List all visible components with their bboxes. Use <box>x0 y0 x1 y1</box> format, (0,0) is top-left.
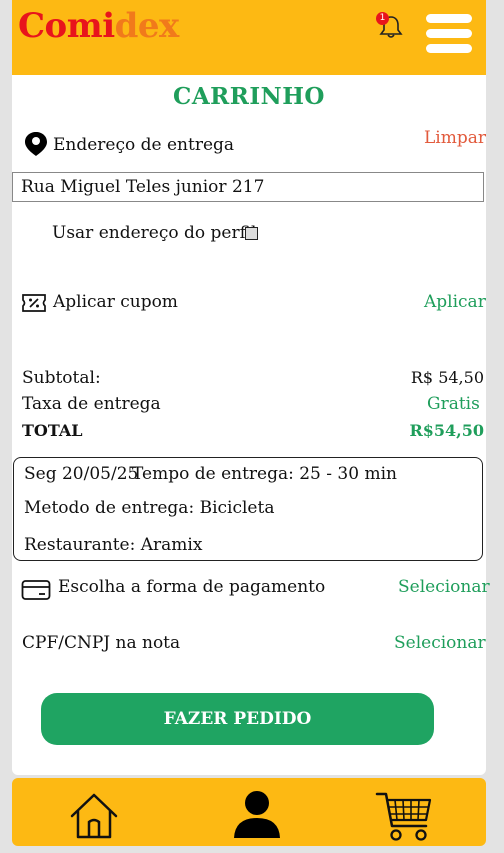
app: Comidex 1 CARRINHO Endereço de entrega L… <box>12 0 490 853</box>
header: Comidex 1 <box>12 0 486 75</box>
home-icon[interactable] <box>68 790 120 842</box>
apply-coupon-label: Aplicar cupom <box>53 292 178 312</box>
address-input[interactable] <box>12 172 484 202</box>
use-profile-address-label: Usar endereço do perfil <box>52 223 257 243</box>
subtotal-value: R$ 54,50 <box>410 368 484 387</box>
delivery-fee-label: Taxa de entrega <box>22 394 161 414</box>
menu-bar <box>426 29 472 38</box>
coupon-icon <box>22 294 46 312</box>
delivery-date: Seg 20/05/25 <box>24 464 139 484</box>
select-tax-id-button[interactable]: Selecionar <box>394 633 486 653</box>
logo-part-1: Comi <box>18 6 115 46</box>
cart-icon[interactable] <box>374 790 434 844</box>
place-order-button[interactable]: FAZER PEDIDO <box>41 693 434 745</box>
delivery-fee-value: Gratis <box>427 394 480 414</box>
apply-coupon-button[interactable]: Aplicar <box>424 292 486 312</box>
hamburger-menu-icon[interactable] <box>426 14 474 54</box>
use-profile-address-checkbox[interactable] <box>245 227 258 240</box>
location-pin-icon <box>25 132 47 156</box>
menu-bar <box>426 14 472 23</box>
payment-method-label: Escolha a forma de pagamento <box>58 577 326 597</box>
subtotal-label: Subtotal: <box>22 368 101 388</box>
credit-card-icon <box>21 580 51 600</box>
total-label: TOTAL <box>22 421 83 440</box>
delivery-address-label: Endereço de entrega <box>53 135 235 155</box>
tax-id-label: CPF/CNPJ na nota <box>22 633 181 653</box>
clear-button[interactable]: Limpar <box>424 128 486 148</box>
user-icon[interactable] <box>231 788 283 840</box>
delivery-method: Metodo de entrega: Bicicleta <box>24 498 275 518</box>
restaurant-name: Restaurante: Aramix <box>24 535 203 555</box>
menu-bar <box>426 44 472 53</box>
logo: Comidex <box>18 6 179 46</box>
delivery-time: Tempo de entrega: 25 - 30 min <box>132 464 397 484</box>
cart-panel: CARRINHO Endereço de entrega Limpar Usar… <box>12 75 490 775</box>
bottom-nav <box>12 778 486 846</box>
delivery-info-box: Seg 20/05/25 Tempo de entrega: 25 - 30 m… <box>13 457 483 561</box>
page-title: CARRINHO <box>173 83 325 110</box>
total-value: R$54,50 <box>409 421 484 440</box>
logo-part-2: dex <box>114 6 180 46</box>
notification-badge: 1 <box>376 12 389 25</box>
select-payment-button[interactable]: Selecionar <box>398 577 490 597</box>
